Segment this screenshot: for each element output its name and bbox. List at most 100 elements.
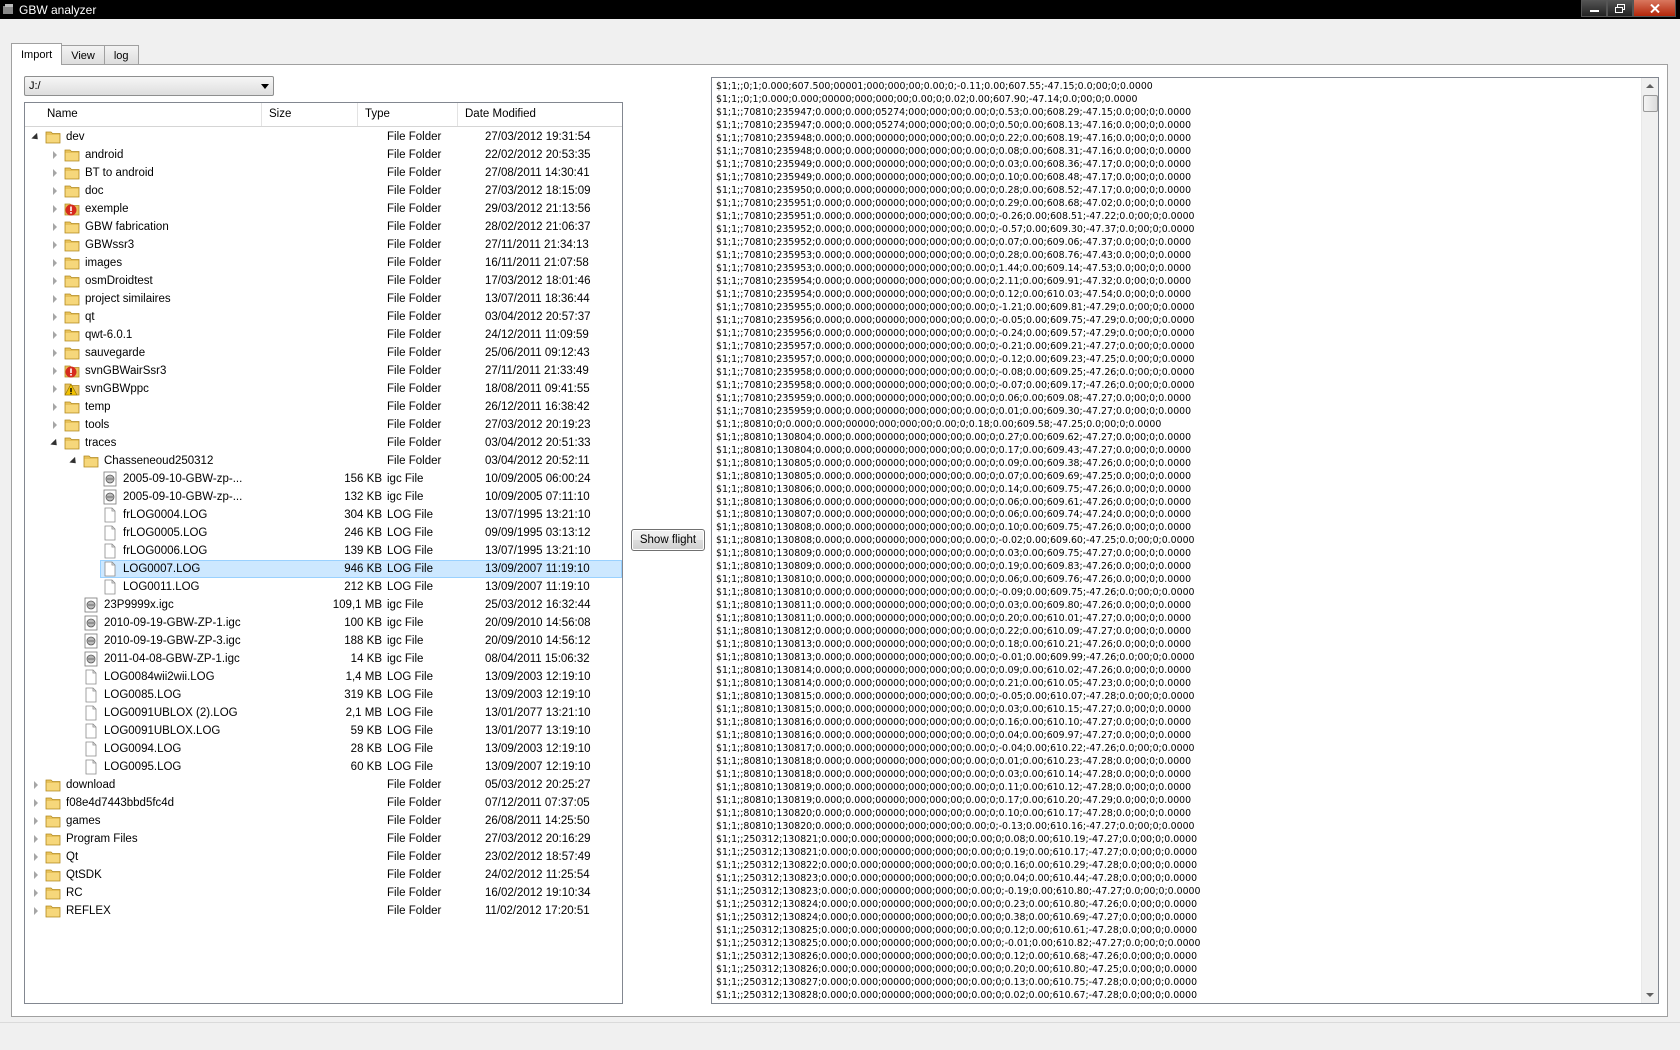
column-header-size[interactable]: Size [262, 103, 358, 126]
tree-item-date: 16/02/2012 19:10:34 [485, 887, 591, 899]
tree-row[interactable]: LOG0091UBLOX (2).LOG 2,1 MB LOG File 13/01/… [25, 704, 622, 722]
file-tree[interactable]: Name Size Type Date Modified dev File Fol… [24, 102, 623, 1004]
tree-row[interactable]: LOG0091UBLOX.LOG 59 KB LOG File 13/01/2077 … [25, 722, 622, 740]
tree-row[interactable]: LOG0084wii2wii.LOG 1,4 MB LOG File 13/09/20… [25, 668, 622, 686]
collapsed-arrow-icon[interactable] [50, 420, 60, 430]
collapsed-arrow-icon[interactable] [31, 816, 41, 826]
document-icon [102, 579, 118, 595]
tree-row[interactable]: 2011-04-08-GBW-ZP-1.igc 14 KB igc File 08/0… [25, 650, 622, 668]
collapsed-arrow-icon[interactable] [50, 366, 60, 376]
expanded-arrow-icon[interactable] [31, 132, 41, 142]
log-text-view[interactable]: $1;1;;0;1;0.000;607.500;00001;000;000;00… [711, 77, 1659, 1004]
collapsed-arrow-icon[interactable] [31, 906, 41, 916]
tree-row[interactable]: 2010-09-19-GBW-ZP-1.igc 100 KB igc File 20/… [25, 614, 622, 632]
collapsed-arrow-icon[interactable] [31, 870, 41, 880]
collapsed-arrow-icon[interactable] [50, 402, 60, 412]
scroll-up-icon[interactable] [1646, 84, 1654, 88]
tree-row[interactable]: RC File Folder 16/02/2012 19:10:34 [25, 884, 622, 902]
tree-row[interactable]: exemple File Folder 29/03/2012 21:13:56 [25, 200, 622, 218]
collapsed-arrow-icon[interactable] [50, 384, 60, 394]
collapsed-arrow-icon[interactable] [50, 258, 60, 268]
close-button[interactable] [1633, 0, 1676, 17]
tree-row[interactable]: sauvegarde File Folder 25/06/2011 09:12:43 [25, 344, 622, 362]
folder-icon [83, 453, 99, 469]
tree-row[interactable]: LOG0085.LOG 319 KB LOG File 13/09/2003 12:1… [25, 686, 622, 704]
log-line: $1;1;;80810;130812;0.000;0.000;00000;000… [716, 626, 1192, 638]
tree-row[interactable]: android File Folder 22/02/2012 20:53:35 [25, 146, 622, 164]
tree-name-cell: LOG0011.LOG [25, 578, 265, 596]
tree-row[interactable]: LOG0095.LOG 60 KB LOG File 13/09/2007 12:19… [25, 758, 622, 776]
tree-row[interactable]: osmDroidtest File Folder 17/03/2012 18:01:… [25, 272, 622, 290]
vertical-scrollbar[interactable] [1641, 78, 1658, 1003]
tree-row[interactable]: project similaires File Folder 13/07/2011 … [25, 290, 622, 308]
tree-row[interactable]: qwt-6.0.1 File Folder 24/12/2011 11:09:59 [25, 326, 622, 344]
tree-row[interactable]: GBW fabrication File Folder 28/02/2012 21:… [25, 218, 622, 236]
tree-row[interactable]: REFLEX File Folder 11/02/2012 17:20:51 [25, 902, 622, 920]
tree-item-type: File Folder [387, 833, 442, 845]
tree-row[interactable]: traces File Folder 03/04/2012 20:51:33 [25, 434, 622, 452]
tree-row[interactable]: doc File Folder 27/03/2012 18:15:09 [25, 182, 622, 200]
collapsed-arrow-icon[interactable] [50, 276, 60, 286]
tree-row[interactable]: LOG0094.LOG 28 KB LOG File 13/09/2003 12:19… [25, 740, 622, 758]
tree-row[interactable]: 2005-09-10-GBW-zp-... 132 KB igc File 10/09… [25, 488, 622, 506]
tab-log[interactable]: log [104, 45, 139, 65]
collapsed-arrow-icon[interactable] [50, 168, 60, 178]
collapsed-arrow-icon[interactable] [31, 852, 41, 862]
tree-row[interactable]: dev File Folder 27/03/2012 19:31:54 [25, 128, 622, 146]
collapsed-arrow-icon[interactable] [50, 348, 60, 358]
tree-row[interactable]: f08e4d7443bbd5fc4d File Folder 07/12/2011 … [25, 794, 622, 812]
collapsed-arrow-icon[interactable] [50, 330, 60, 340]
column-header-date-modified[interactable]: Date Modified [458, 103, 622, 126]
tree-row[interactable]: svnGBWppc File Folder 18/08/2011 09:41:55 [25, 380, 622, 398]
collapsed-arrow-icon[interactable] [31, 888, 41, 898]
tree-row[interactable]: qt File Folder 03/04/2012 20:57:37 [25, 308, 622, 326]
path-combo[interactable]: J:/ [24, 76, 274, 96]
tree-row[interactable]: temp File Folder 26/12/2011 16:38:42 [25, 398, 622, 416]
tab-view[interactable]: View [62, 45, 105, 65]
collapsed-arrow-icon[interactable] [31, 834, 41, 844]
tree-row[interactable]: BT to android File Folder 27/08/2011 14:30… [25, 164, 622, 182]
tree-item-type: File Folder [387, 203, 442, 215]
collapsed-arrow-icon[interactable] [50, 240, 60, 250]
tree-row[interactable]: svnGBWairSsr3 File Folder 27/11/2011 21:33… [25, 362, 622, 380]
column-header-type[interactable]: Type [358, 103, 458, 126]
tree-row[interactable]: LOG0007.LOG 946 KB LOG File 13/09/2007 11:1… [25, 560, 622, 578]
collapsed-arrow-icon[interactable] [50, 312, 60, 322]
collapsed-arrow-icon[interactable] [31, 798, 41, 808]
scroll-down-icon[interactable] [1646, 993, 1654, 997]
collapsed-arrow-icon[interactable] [50, 222, 60, 232]
scroll-thumb[interactable] [1643, 95, 1658, 112]
tree-row[interactable]: LOG0011.LOG 212 KB LOG File 13/09/2007 11:1… [25, 578, 622, 596]
tree-row[interactable]: Chasseneoud250312 File Folder 03/04/2012 2… [25, 452, 622, 470]
tree-row[interactable]: 2010-09-19-GBW-ZP-3.igc 188 KB igc File 20/… [25, 632, 622, 650]
show-flight-button[interactable]: Show flight [631, 529, 705, 551]
expanded-arrow-icon[interactable] [69, 456, 79, 466]
tree-row[interactable]: QtSDK File Folder 24/02/2012 11:25:54 [25, 866, 622, 884]
tree-row[interactable]: games File Folder 26/08/2011 14:25:50 [25, 812, 622, 830]
tree-row[interactable]: download File Folder 05/03/2012 20:25:27 [25, 776, 622, 794]
tree-row[interactable]: GBWssr3 File Folder 27/11/2011 21:34:13 [25, 236, 622, 254]
tree-row[interactable]: images File Folder 16/11/2011 21:07:58 [25, 254, 622, 272]
tree-row[interactable]: frLOG0006.LOG 139 KB LOG File 13/07/1995 13… [25, 542, 622, 560]
tree-row[interactable]: 2005-09-10-GBW-zp-... 156 KB igc File 10/09… [25, 470, 622, 488]
tree-item-date: 13/07/1995 13:21:10 [485, 545, 591, 557]
tree-row[interactable]: tools File Folder 27/03/2012 20:19:23 [25, 416, 622, 434]
expanded-arrow-icon[interactable] [50, 438, 60, 448]
minimize-button[interactable] [1581, 0, 1607, 17]
column-header-name[interactable]: Name [25, 103, 262, 126]
maximize-button[interactable] [1607, 0, 1633, 17]
tree-item-date: 13/09/2003 12:19:10 [485, 671, 591, 683]
collapsed-arrow-icon[interactable] [50, 204, 60, 214]
collapsed-arrow-icon[interactable] [50, 150, 60, 160]
tree-row[interactable]: frLOG0005.LOG 246 KB LOG File 09/09/1995 03… [25, 524, 622, 542]
tree-row[interactable]: Program Files File Folder 27/03/2012 20:16… [25, 830, 622, 848]
tree-name-cell: frLOG0004.LOG [25, 506, 265, 524]
log-line: $1;1;;250312;130826;0.000;0.000;00000;00… [716, 950, 1198, 962]
tree-row[interactable]: Qt File Folder 23/02/2012 18:57:49 [25, 848, 622, 866]
tab-import[interactable]: Import [11, 43, 63, 65]
collapsed-arrow-icon[interactable] [31, 780, 41, 790]
tree-row[interactable]: frLOG0004.LOG 304 KB LOG File 13/07/1995 13… [25, 506, 622, 524]
collapsed-arrow-icon[interactable] [50, 294, 60, 304]
collapsed-arrow-icon[interactable] [50, 186, 60, 196]
tree-row[interactable]: 23P9999x.igc 109,1 MB igc File 25/03/2012 1… [25, 596, 622, 614]
